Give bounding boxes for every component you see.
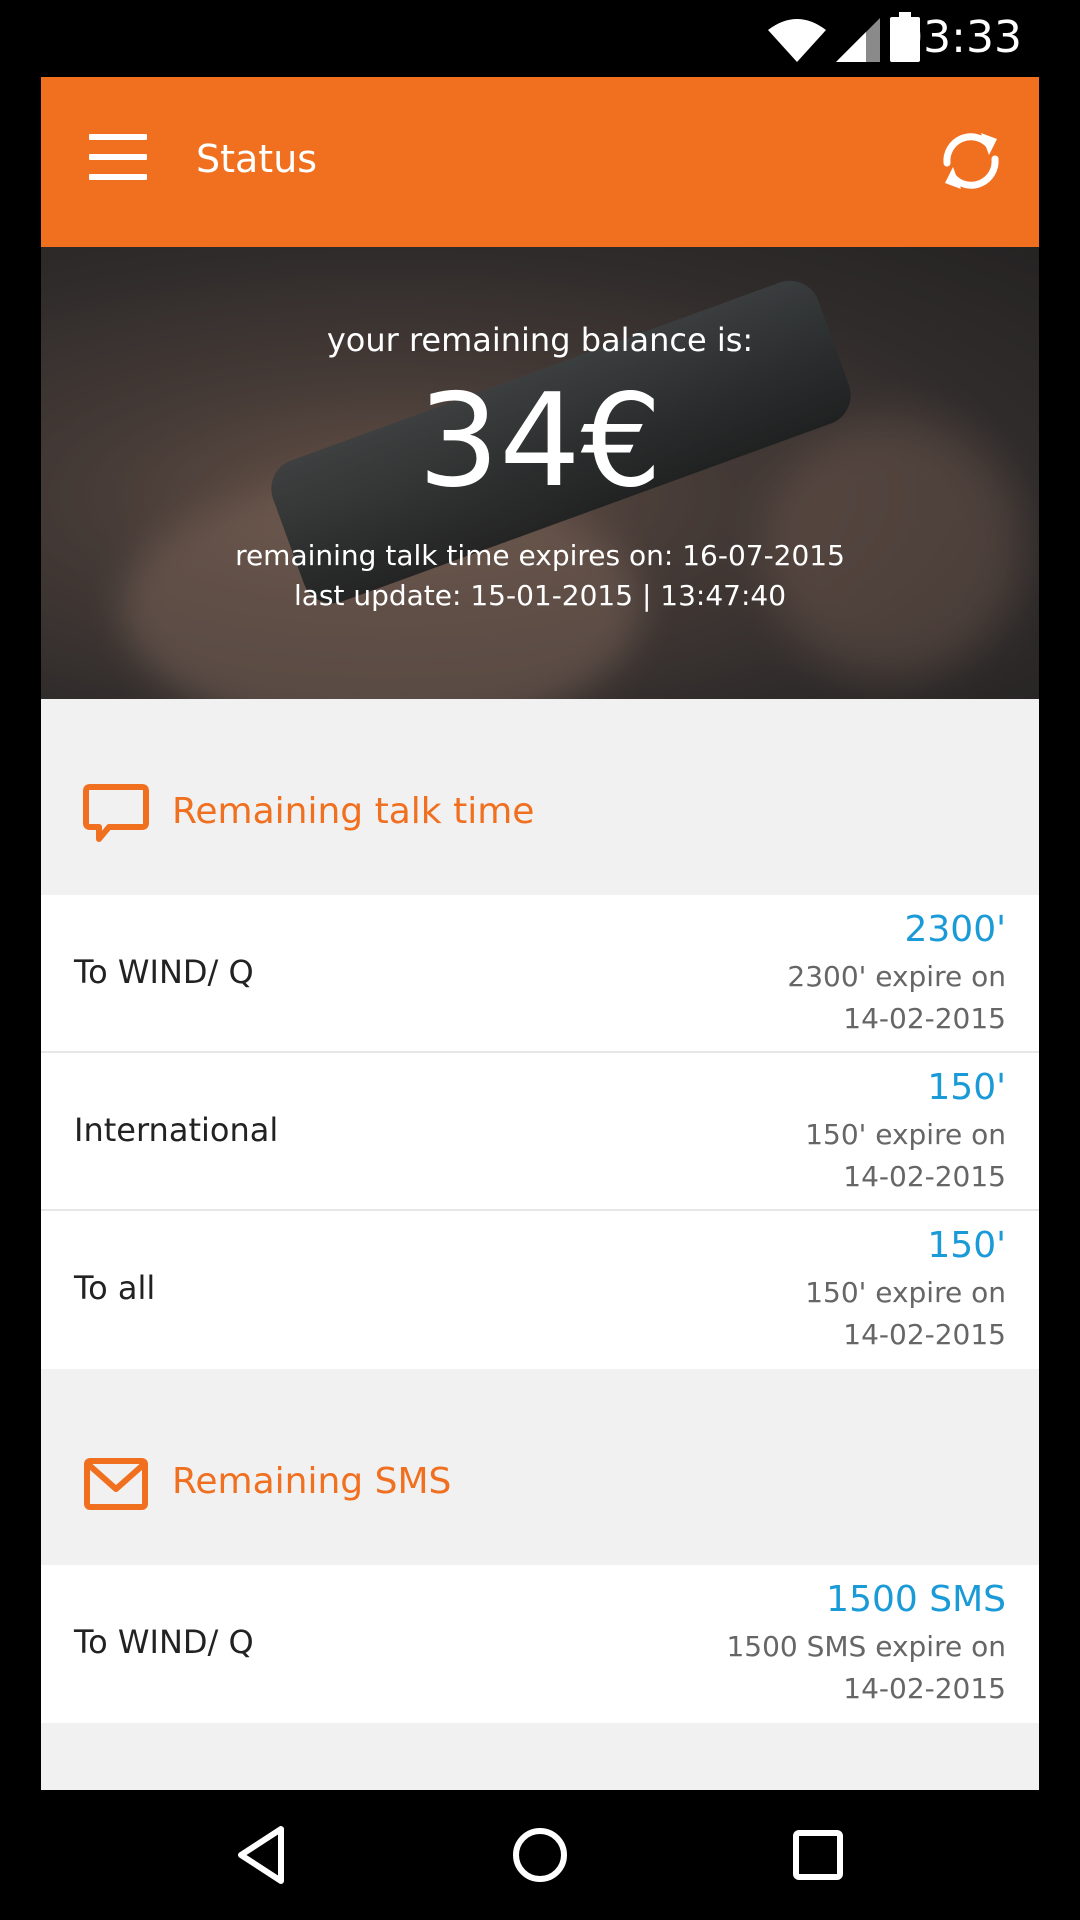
balance-banner: your remaining balance is: 34€ remaining… (41, 247, 1039, 699)
row-expiry-label: 150' expire on (805, 1276, 1006, 1309)
cell-signal-icon (836, 18, 880, 62)
recents-icon[interactable] (786, 1823, 850, 1887)
list-item[interactable]: International 150' 150' expire on 14-02-… (41, 1053, 1039, 1211)
list-item[interactable]: To WIND/ Q 1500 SMS 1500 SMS expire on 1… (41, 1565, 1039, 1723)
row-label: International (74, 1111, 279, 1149)
envelope-icon (84, 1458, 148, 1510)
row-label: To WIND/ Q (74, 1623, 254, 1661)
row-value: 150' (927, 1067, 1006, 1108)
page-title: Status (196, 137, 318, 181)
navigation-bar (0, 1790, 1080, 1920)
clock: 03:33 (895, 12, 1022, 63)
row-expiry-date: 14-02-2015 (843, 1160, 1006, 1193)
status-bar: 03:33 (0, 0, 1080, 77)
back-icon[interactable] (231, 1823, 295, 1887)
app-window: Status your remaining balance is: 34€ re… (41, 77, 1039, 1790)
row-expiry-date: 14-02-2015 (843, 1002, 1006, 1035)
chat-bubble-icon (83, 784, 149, 842)
home-icon[interactable] (508, 1823, 572, 1887)
sms-header: Remaining SMS (41, 1369, 1039, 1565)
sms-title: Remaining SMS (172, 1461, 452, 1502)
hamburger-menu-icon[interactable] (89, 134, 149, 180)
row-expiry-label: 2300' expire on (787, 960, 1006, 993)
refresh-icon[interactable] (933, 123, 1009, 199)
talk-time-title: Remaining talk time (172, 791, 535, 832)
wifi-icon (768, 19, 826, 62)
app-toolbar: Status (41, 77, 1039, 247)
row-expiry-date: 14-02-2015 (843, 1672, 1006, 1705)
last-update: last update: 15-01-2015 | 13:47:40 (293, 579, 787, 612)
list-item[interactable]: To all 150' 150' expire on 14-02-2015 (41, 1211, 1039, 1369)
row-label: To all (74, 1269, 156, 1307)
row-expiry-label: 1500 SMS expire on (726, 1630, 1006, 1663)
list-item[interactable]: To WIND/ Q 2300' 2300' expire on 14-02-2… (41, 895, 1039, 1053)
talk-time-header: Remaining talk time (41, 699, 1039, 895)
balance-label: your remaining balance is: (326, 321, 754, 359)
talk-time-expiry: remaining talk time expires on: 16-07-20… (235, 539, 845, 572)
row-expiry-date: 14-02-2015 (843, 1318, 1006, 1351)
row-value: 1500 SMS (826, 1579, 1006, 1620)
row-label: To WIND/ Q (74, 953, 254, 991)
row-value: 2300' (904, 909, 1006, 950)
row-expiry-label: 150' expire on (805, 1118, 1006, 1151)
balance-amount: 34€ (417, 367, 663, 516)
row-value: 150' (927, 1225, 1006, 1266)
